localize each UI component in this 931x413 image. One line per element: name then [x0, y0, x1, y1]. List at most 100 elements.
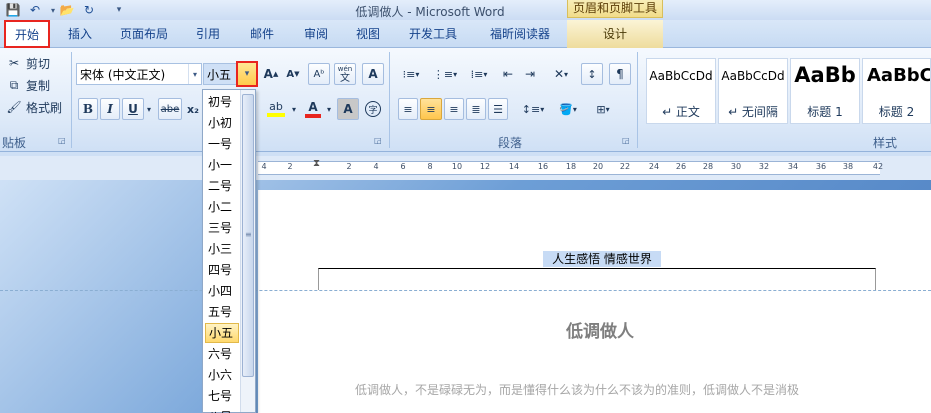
sort-button[interactable]: ↕: [581, 63, 603, 85]
tab-foxit-reader[interactable]: 福昕阅读器: [478, 20, 562, 48]
paragraph-group-label: 段落: [497, 136, 522, 150]
line-spacing-button[interactable]: ↕≡ ▾: [518, 98, 548, 120]
font-color-button[interactable]: A: [302, 98, 324, 120]
tab-developer[interactable]: 开发工具: [398, 20, 468, 48]
font-size-option[interactable]: 小二: [205, 197, 239, 217]
document-page[interactable]: [258, 190, 931, 413]
strikethrough-button[interactable]: abe: [158, 98, 182, 120]
font-size-option[interactable]: 四号: [205, 260, 239, 280]
underline-dropdown-icon[interactable]: ▾: [144, 98, 154, 120]
align-right-button[interactable]: ≡: [444, 98, 464, 120]
multilevel-list-button[interactable]: ⁞≡ ▾: [464, 63, 494, 85]
horizontal-ruler[interactable]: ⧗ 4 2 2 4 6 8 10 12 14 16 18 20 22 24 26 28 30 32 34 36 38 42: [0, 156, 931, 180]
character-shading-button[interactable]: A: [337, 98, 359, 120]
ruler-tick-label: 20: [592, 162, 604, 171]
window-title: 低调做人 - Microsoft Word: [355, 5, 505, 19]
header-rule: [318, 268, 876, 290]
style-normal[interactable]: AaBbCcDd ↵ 正文: [646, 58, 716, 124]
style-heading-1[interactable]: AaBb 标题 1: [790, 58, 860, 124]
tab-review[interactable]: 审阅: [294, 20, 338, 48]
font-size-option[interactable]: 五号: [205, 302, 239, 322]
font-dialog-launcher-icon[interactable]: ◲: [374, 136, 384, 146]
paragraph-dialog-launcher-icon[interactable]: ◲: [622, 136, 632, 146]
ruler-tick-label: 24: [648, 162, 660, 171]
tab-home[interactable]: 开始: [4, 20, 50, 48]
phonetic-guide-button[interactable]: wén 文: [334, 63, 356, 85]
indent-marker-icon[interactable]: ⧗: [313, 158, 325, 178]
ruler-tick-label: 36: [815, 162, 827, 171]
dropdown-scrollbar[interactable]: ≡: [240, 90, 255, 412]
borders-button[interactable]: ⊞ ▾: [588, 98, 618, 120]
format-painter-button[interactable]: 🖌 格式刷: [6, 98, 62, 116]
font-size-option[interactable]: 初号: [205, 92, 239, 112]
align-center-button[interactable]: ≡: [420, 98, 442, 120]
font-size-option[interactable]: 二号: [205, 176, 239, 196]
tab-view[interactable]: 视图: [346, 20, 390, 48]
paragraph-shading-button[interactable]: 🪣 ▾: [553, 98, 583, 120]
tab-design[interactable]: 设计: [567, 20, 663, 48]
tab-page-layout[interactable]: 页面布局: [112, 20, 176, 48]
font-size-dropdown-button[interactable]: ▾: [236, 61, 258, 87]
justify-button[interactable]: ≣: [466, 98, 486, 120]
font-size-option[interactable]: 八号: [205, 407, 239, 413]
ruler-tick-label: 34: [787, 162, 799, 171]
decrease-indent-button[interactable]: ⇤: [498, 63, 518, 85]
chinese-layout-button[interactable]: ✕ ▾: [546, 63, 576, 85]
font-size-option[interactable]: 小六: [205, 365, 239, 385]
clipboard-dialog-launcher-icon[interactable]: ◲: [58, 136, 68, 146]
document-title[interactable]: 低调做人: [500, 317, 700, 342]
bullets-button[interactable]: ⁝≡ ▾: [396, 63, 426, 85]
cut-button[interactable]: ✂ 剪切: [6, 54, 50, 72]
ruler-tick-label: 4: [261, 162, 267, 171]
tab-mailings[interactable]: 邮件: [240, 20, 284, 48]
text-highlight-button[interactable]: ab: [263, 98, 289, 120]
font-size-input[interactable]: 小五: [203, 63, 237, 85]
increase-indent-button[interactable]: ⇥: [520, 63, 540, 85]
font-color-dropdown-icon[interactable]: ▾: [324, 98, 334, 120]
ruler-tick-label: 38: [842, 162, 854, 171]
copy-button[interactable]: ⧉ 复制: [6, 76, 50, 94]
character-border-button[interactable]: A: [362, 63, 384, 85]
enclose-characters-button[interactable]: 字: [362, 98, 384, 120]
numbering-button[interactable]: ⋮≡ ▾: [430, 63, 460, 85]
italic-button[interactable]: I: [100, 98, 120, 120]
style-no-spacing[interactable]: AaBbCcDd ↵ 无间隔: [718, 58, 788, 124]
ruler-tick-label: 10: [451, 162, 463, 171]
clear-formatting-button[interactable]: Aᵇ: [308, 63, 330, 85]
font-size-option[interactable]: 六号: [205, 344, 239, 364]
font-size-option[interactable]: 小四: [205, 281, 239, 301]
italic-icon: I: [107, 102, 113, 116]
tab-references[interactable]: 引用: [186, 20, 230, 48]
ruler-tick-label: 8: [427, 162, 433, 171]
document-body-text[interactable]: 低调做人，不是碌碌无为，而是懂得什么该为什么不该为的准则，低调做人不是消极: [355, 381, 895, 398]
header-text[interactable]: 人生感悟 情感世界: [543, 251, 661, 267]
ribbon-tab-bar: 开始 插入 页面布局 引用 邮件 审阅 视图 开发工具 福昕阅读器 设计: [0, 20, 931, 48]
font-size-option[interactable]: 小五: [205, 323, 239, 343]
font-size-option[interactable]: 小初: [205, 113, 239, 133]
style-heading-1-label: 标题 1: [807, 105, 843, 119]
font-size-option[interactable]: 小三: [205, 239, 239, 259]
font-size-option[interactable]: 三号: [205, 218, 239, 238]
subscript-button[interactable]: x₂: [184, 98, 202, 120]
font-name-select[interactable]: 宋体 (中文正文) ▾: [76, 63, 202, 85]
show-formatting-marks-button[interactable]: ¶: [609, 63, 631, 85]
chevron-down-icon[interactable]: ▾: [188, 64, 201, 84]
font-size-option[interactable]: 七号: [205, 386, 239, 406]
highlight-dropdown-icon[interactable]: ▾: [289, 98, 299, 120]
character-shading-icon: A: [343, 102, 353, 116]
scrollbar-thumb[interactable]: ≡: [242, 94, 254, 377]
bold-button[interactable]: B: [78, 98, 98, 120]
grow-font-button[interactable]: A ▲: [261, 63, 281, 85]
tab-insert[interactable]: 插入: [58, 20, 102, 48]
font-size-option[interactable]: 一号: [205, 134, 239, 154]
underline-button[interactable]: U: [122, 98, 144, 120]
shrink-font-button[interactable]: A ▼: [283, 63, 303, 85]
distributed-button[interactable]: ☰: [488, 98, 508, 120]
clipboard-group-label: 贴板: [2, 136, 27, 150]
align-left-button[interactable]: ≡: [398, 98, 418, 120]
style-heading-2[interactable]: AaBbC 标题 2: [862, 58, 931, 124]
highlighter-icon: ab: [269, 100, 283, 113]
font-size-option[interactable]: 小一: [205, 155, 239, 175]
group-separator: [637, 52, 638, 148]
enclose-characters-icon: 字: [365, 101, 381, 117]
